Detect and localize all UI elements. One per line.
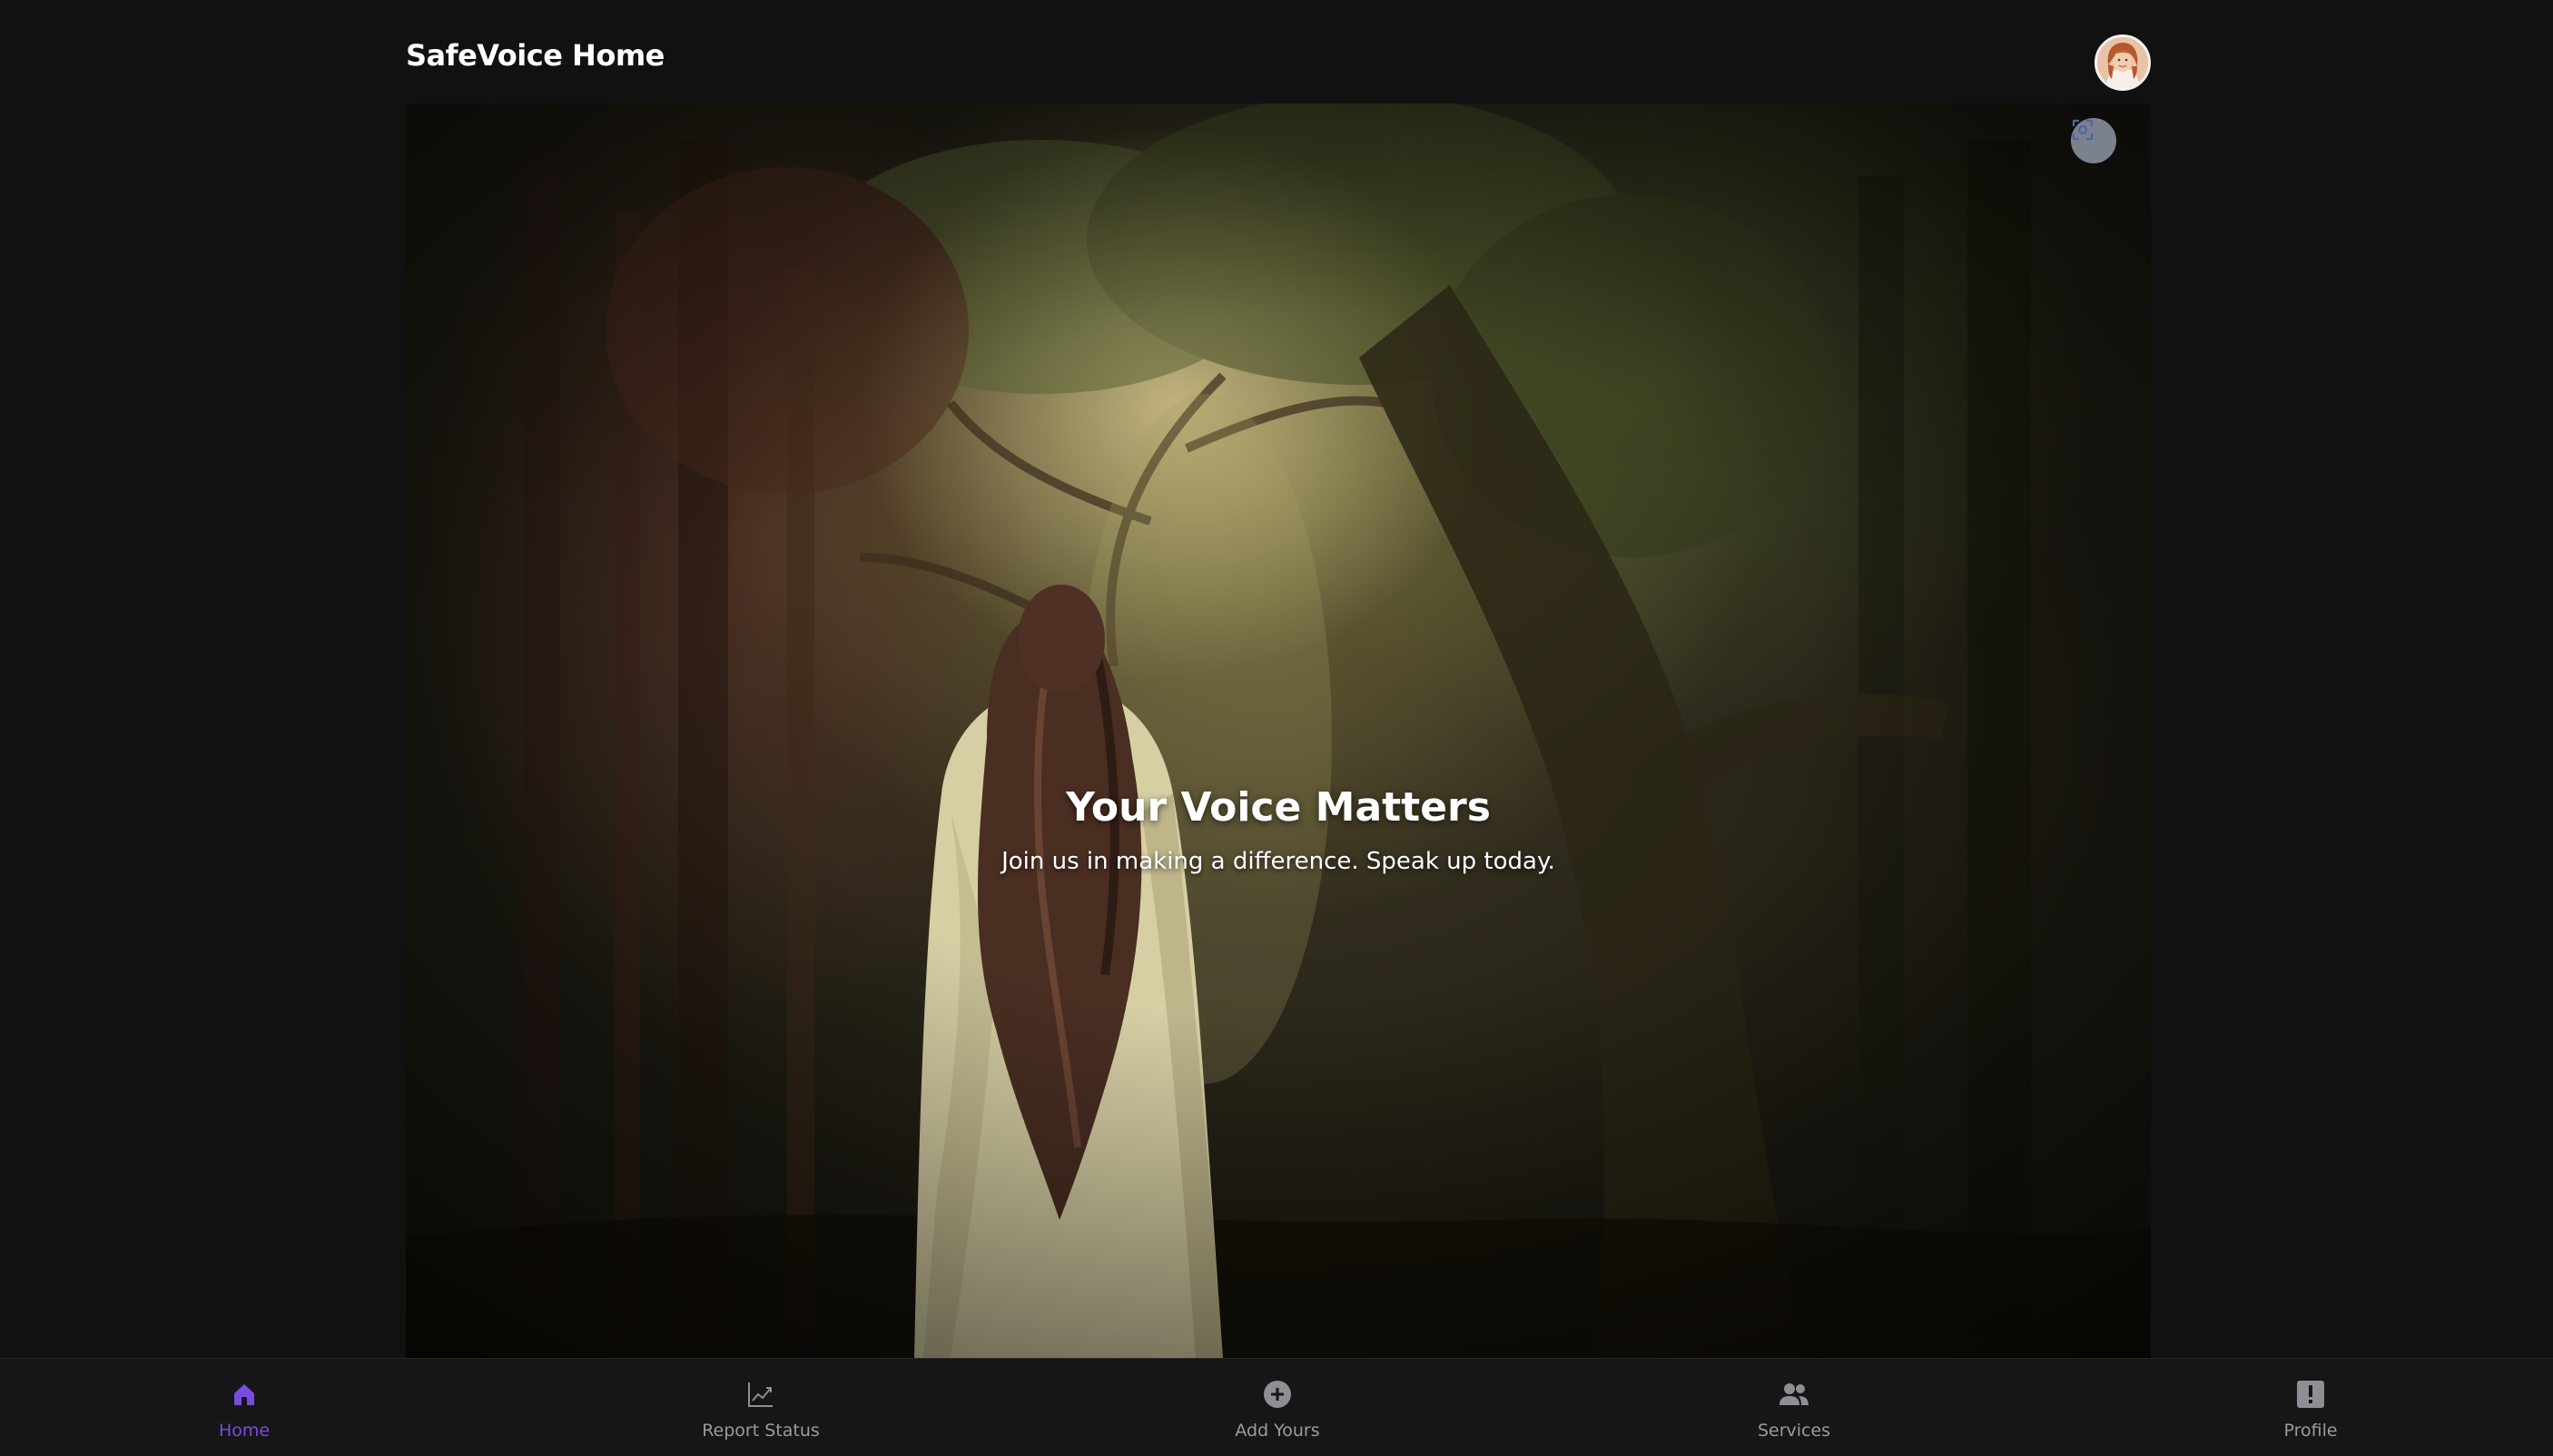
hero-subtitle: Join us in making a difference. Speak up… <box>1001 848 1555 875</box>
nav-home-label: Home <box>218 1421 271 1441</box>
people-icon <box>1777 1377 1811 1412</box>
hero-vignette <box>406 103 2151 1358</box>
avatar[interactable] <box>2095 34 2151 91</box>
nav-profile[interactable]: Profile <box>2174 1359 2447 1456</box>
bottom-navigation: Home Report Status Add Yours Services Pr… <box>0 1358 2553 1456</box>
nav-services-label: Services <box>1757 1421 1831 1441</box>
scan-icon <box>2072 119 2094 141</box>
nav-report-status-label: Report Status <box>702 1421 820 1441</box>
nav-services[interactable]: Services <box>1658 1359 1930 1456</box>
alert-icon <box>2293 1377 2328 1412</box>
home-icon <box>227 1377 261 1412</box>
nav-home[interactable]: Home <box>108 1359 380 1456</box>
chart-icon <box>744 1377 778 1412</box>
header: SafeVoice Home <box>406 25 2151 100</box>
nav-profile-label: Profile <box>2283 1421 2338 1441</box>
hero-banner: Your Voice Matters Join us in making a d… <box>406 103 2151 1358</box>
hero-title: Your Voice Matters <box>1066 784 1491 831</box>
app-screen: SafeVoice Home Your Voice Matters Join u… <box>0 0 2553 1456</box>
scan-button[interactable] <box>2071 118 2116 163</box>
nav-report-status[interactable]: Report Status <box>625 1359 897 1456</box>
nav-add-yours-label: Add Yours <box>1235 1421 1320 1441</box>
page-title: SafeVoice Home <box>406 38 665 73</box>
nav-add-yours[interactable]: Add Yours <box>1141 1359 1414 1456</box>
plus-circle-icon <box>1260 1377 1295 1412</box>
